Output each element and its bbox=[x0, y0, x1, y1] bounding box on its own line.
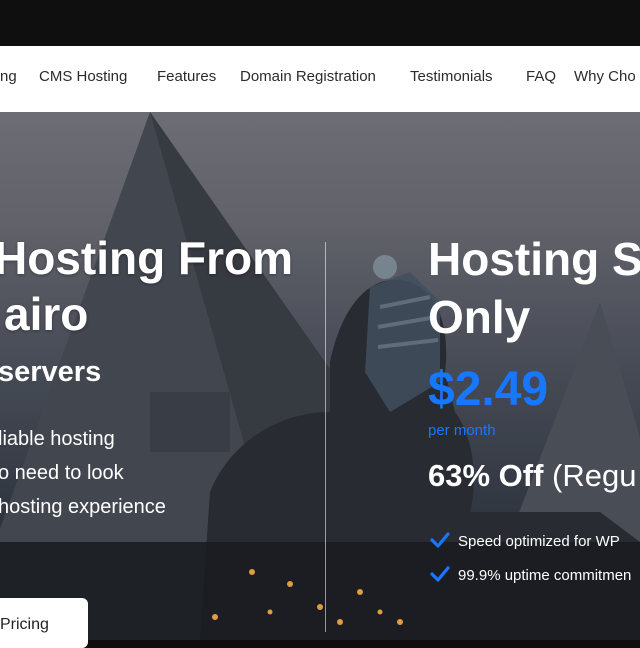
left-title-line2: airo bbox=[4, 288, 89, 340]
feature-item-1: Speed optimized for WP bbox=[430, 532, 620, 550]
nav-item-features[interactable]: Features bbox=[157, 68, 216, 85]
nav-item-testimonials[interactable]: Testimonials bbox=[410, 68, 493, 85]
left-hero-title: Hosting From airo bbox=[0, 230, 293, 342]
nav-item-faq[interactable]: FAQ bbox=[526, 68, 556, 85]
price-amount: $2.49 bbox=[428, 363, 549, 416]
price-period: per month bbox=[428, 422, 496, 439]
nav-item-cms-hosting[interactable]: CMS Hosting bbox=[39, 68, 127, 85]
left-title-line1: Hosting From bbox=[0, 232, 293, 284]
checkmark-icon bbox=[430, 566, 450, 582]
feature-label-2: 99.9% uptime commitmen bbox=[458, 567, 632, 584]
nav-item-hosting[interactable]: ng bbox=[0, 68, 17, 85]
nav-item-why-choose[interactable]: Why Cho bbox=[574, 68, 636, 85]
feature-item-2: 99.9% uptime commitmen bbox=[430, 566, 631, 584]
nav-item-domain-registration[interactable]: Domain Registration bbox=[240, 68, 376, 85]
left-hero-line-2: o need to look bbox=[0, 462, 124, 484]
right-hero-title: Hosting S Only bbox=[428, 230, 640, 346]
pricing-button[interactable]: Pricing bbox=[0, 598, 88, 648]
top-black-bar bbox=[0, 0, 640, 46]
feature-label-1: Speed optimized for WP bbox=[458, 533, 620, 550]
main-navigation: ng CMS Hosting Features Domain Registrat… bbox=[0, 46, 640, 112]
left-hero-subtitle: servers bbox=[0, 356, 102, 388]
right-title-line1: Hosting S bbox=[428, 233, 640, 285]
discount-percent: 63% Off bbox=[428, 458, 544, 493]
left-hero-line-3: hosting experience bbox=[0, 496, 166, 518]
discount-text: 63% Off (Regu bbox=[428, 458, 636, 494]
left-hero-line-1: liable hosting bbox=[0, 428, 115, 450]
right-title-line2: Only bbox=[428, 291, 531, 343]
hero-divider bbox=[325, 242, 326, 632]
checkmark-icon bbox=[430, 532, 450, 548]
discount-regular: (Regu bbox=[543, 458, 637, 493]
